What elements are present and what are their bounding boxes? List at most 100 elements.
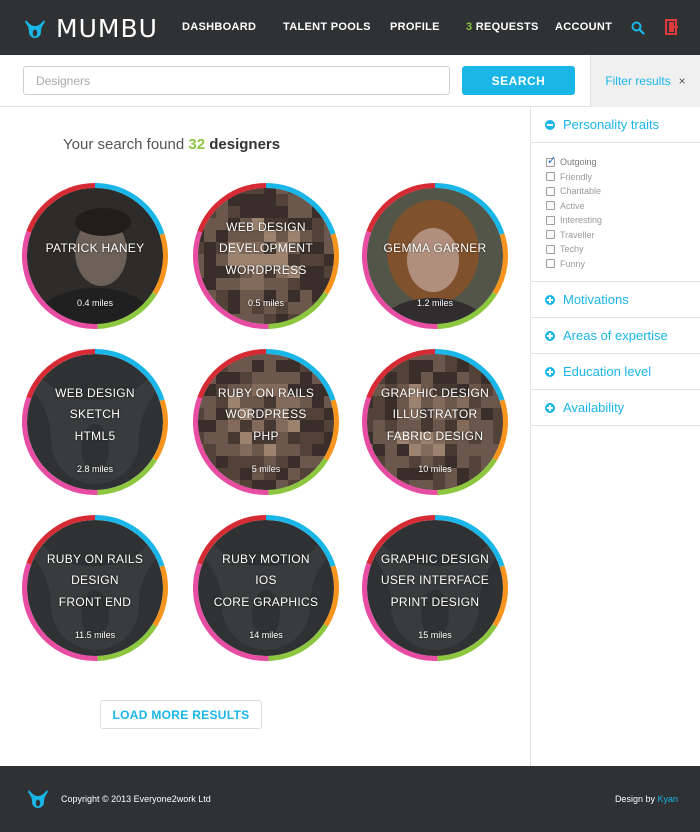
brand-name: MUMBU [56,14,158,43]
skill-label: PHP [253,428,279,443]
close-icon[interactable]: × [679,74,686,88]
designer-card[interactable]: PATRICK HANEY 0.4 miles [21,182,169,330]
designer-card[interactable]: RUBY ON RAILS DESIGN FRONT END 11.5 miles [21,514,169,662]
trait-label: Traveller [560,229,595,240]
designer-card[interactable]: RUBY ON RAILS WORDPRESS PHP 5 miles [192,348,340,496]
footer: Copyright © 2013 Everyone2work Ltd Desig… [0,766,700,832]
trait-option[interactable]: Techy [546,242,700,257]
trait-option[interactable]: Charitable [546,184,700,199]
designer-distance: 15 miles [418,630,452,640]
plus-circle-icon [545,402,555,413]
designer-link[interactable]: Kyan [657,794,678,804]
trait-label: Friendly [560,171,593,182]
search-button[interactable]: SEARCH [462,66,575,95]
results-summary: Your search found 32 designers [63,136,280,153]
skill-label: FABRIC DESIGN [386,428,484,443]
search-icon[interactable] [631,21,645,35]
top-navigation: MUMBU DASHBOARD TALENT POOLS PROFILE 3 R… [0,0,700,55]
checkbox[interactable] [546,230,555,240]
design-by-label: Design by [614,794,655,804]
search-input[interactable] [23,66,450,95]
skill-label: SKETCH [69,407,121,422]
mumbu-logo-icon [25,19,45,38]
logout-icon[interactable] [665,19,679,35]
trait-label: Funny [560,258,586,269]
checkbox[interactable] [546,154,556,167]
trait-option[interactable]: Friendly [546,170,700,185]
designer-card[interactable]: GRAPHIC DESIGN USER INTERFACE PRINT DESIGN… [361,514,509,662]
personality-options: Outgoing Friendly Charitable Active Interest… [531,143,700,282]
designer-card[interactable]: WEB DESIGN SKETCH HTML5 2.8 miles [21,348,169,496]
filter-availability[interactable]: Availability [531,390,700,426]
designer-card[interactable]: GRAPHIC DESIGN ILLUSTRATOR FABRIC DESIGN 10… [361,348,509,496]
nav-profile[interactable]: PROFILE [390,21,440,33]
trait-label: Interesting [560,215,603,226]
requests-count: 3 [466,21,473,33]
designer-card[interactable]: RUBY MOTION IOS CORE GRAPHICS 14 miles [192,514,340,662]
design-credit: Design by Kyan [615,794,678,804]
results-noun: designers [209,136,281,153]
designer-distance: 1.2 miles [416,298,453,308]
trait-label: Outgoing [560,157,597,168]
designer-distance: 10 miles [418,464,452,474]
brand-logo[interactable]: MUMBU [24,14,158,43]
filter-availability-title: Availability [563,400,625,415]
skill-label: GRAPHIC DESIGN [380,385,490,400]
plus-circle-icon [545,330,555,341]
trait-option[interactable]: Interesting [546,213,700,228]
designer-name: GEMMA GARNER [383,241,487,256]
trait-label: Active [560,200,585,211]
skill-label: RUBY MOTION [222,551,310,566]
checkbox[interactable] [546,172,555,182]
results-count: 32 [188,136,206,153]
filter-personality-traits[interactable]: Personality traits [531,107,700,143]
trait-option[interactable]: Funny [546,257,700,272]
plus-circle-icon [545,294,555,305]
skill-label: ILLUSTRATOR [392,407,478,422]
search-bar: SEARCH Filter results × [0,55,700,107]
filter-education-title: Education level [563,364,652,379]
skill-label: DEVELOPMENT [219,241,313,256]
nav-talent-pools[interactable]: TALENT POOLS [283,21,371,33]
skill-label: WEB DESIGN [55,385,135,400]
checkbox[interactable] [546,201,555,211]
designer-distance: 5 miles [251,464,281,474]
skill-label: USER INTERFACE [380,573,490,588]
filter-education-level[interactable]: Education level [531,354,700,390]
skill-label: WORDPRESS [225,262,307,277]
designer-distance: 2.8 miles [76,464,113,474]
checkbox[interactable] [546,244,555,254]
checkbox[interactable] [546,259,555,269]
designer-card[interactable]: GEMMA GARNER 1.2 miles [361,182,509,330]
requests-label: REQUESTS [475,21,539,33]
plus-circle-icon [545,366,555,377]
trait-option[interactable]: Active [546,199,700,214]
filter-sidebar: Personality traits Outgoing Friendly Chari… [530,107,700,766]
checkbox[interactable] [546,215,555,225]
nav-account[interactable]: ACCOUNT [555,21,612,33]
nav-dashboard[interactable]: DASHBOARD [182,21,256,33]
designer-distance: 11.5 miles [74,630,116,640]
filter-results-toggle[interactable]: Filter results × [590,55,700,107]
designer-name: PATRICK HANEY [45,241,145,256]
filter-areas-of-expertise[interactable]: Areas of expertise [531,318,700,354]
skill-label: FRONT END [58,594,132,609]
skill-label: RUBY ON RAILS [46,551,144,566]
results-prefix: Your search found [63,136,185,153]
skill-label: WORDPRESS [225,407,307,422]
designer-distance: 0.5 miles [247,298,284,308]
skill-label: RUBY ON RAILS [217,385,315,400]
filter-results-label: Filter results [605,74,671,88]
nav-requests[interactable]: 3 REQUESTS [466,21,539,33]
designer-card[interactable]: WEB DESIGN DEVELOPMENT WORDPRESS 0.5 miles [192,182,340,330]
skill-label: WEB DESIGN [226,219,306,234]
checkbox[interactable] [546,186,555,196]
designer-distance: 14 miles [249,630,283,640]
filter-motivations[interactable]: Motivations [531,282,700,318]
load-more-button[interactable]: LOAD MORE RESULTS [100,700,262,729]
filter-personality-title: Personality traits [563,117,660,132]
trait-label: Techy [560,244,584,255]
trait-option[interactable]: Traveller [546,228,700,243]
skill-label: HTML5 [74,428,116,443]
trait-option[interactable]: Outgoing [546,154,700,170]
